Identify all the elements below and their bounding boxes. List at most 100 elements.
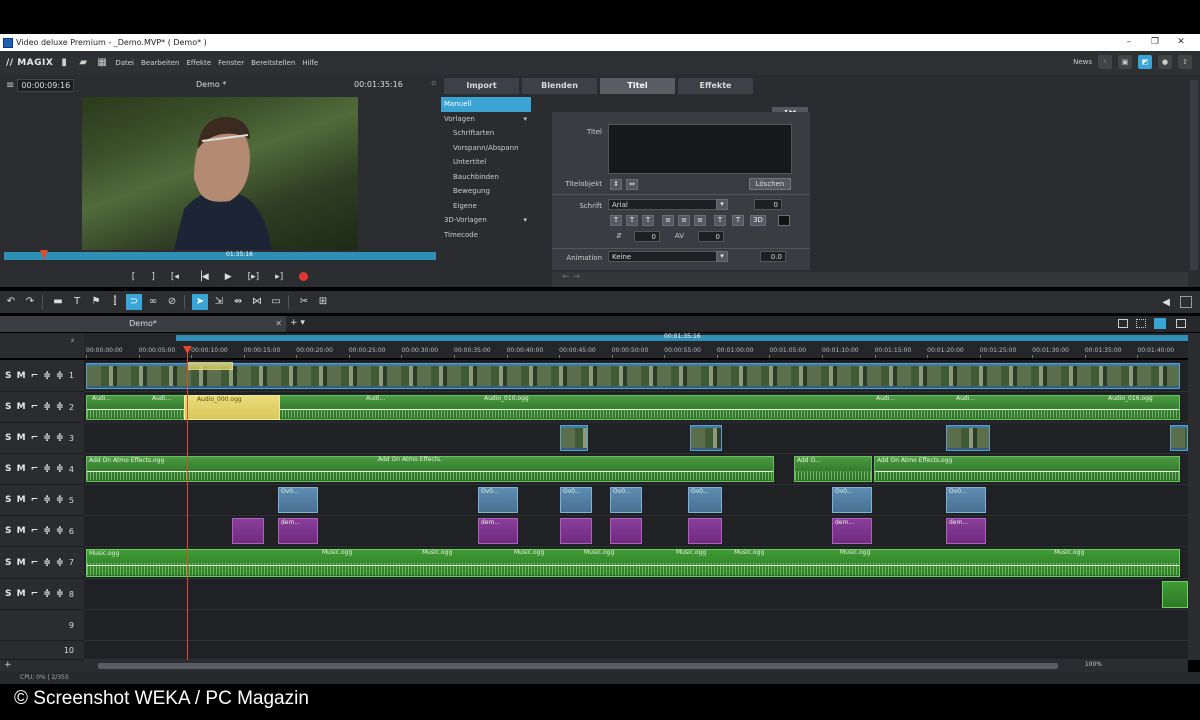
- tree-item-vorlagen[interactable]: Vorlagen ▾: [441, 112, 531, 127]
- pointer-tool-icon[interactable]: ➤: [192, 294, 208, 310]
- tree-item-untertitel[interactable]: Untertitel: [441, 155, 531, 170]
- meter-icon[interactable]: [1180, 296, 1192, 308]
- project-tab[interactable]: Demo* ✕: [0, 316, 286, 332]
- track-header-2[interactable]: S M ⌐ ≑ ≑ 2: [0, 392, 84, 423]
- track-controls[interactable]: S M ⌐ ≑ ≑: [5, 589, 65, 599]
- open-folder-icon[interactable]: ▰: [79, 58, 88, 68]
- lane-2[interactable]: Audi... Audi... Audio_000.ogg Audi... Au…: [84, 392, 1188, 423]
- track-controls[interactable]: S M ⌐ ≑ ≑: [5, 526, 65, 536]
- title-clip[interactable]: Ov0...: [560, 487, 592, 513]
- view-multicam-icon[interactable]: [1176, 319, 1186, 328]
- color-swatch[interactable]: [778, 215, 790, 226]
- export-icon[interactable]: ⇧: [1178, 55, 1192, 69]
- previous-marker-button[interactable]: ▕◀: [195, 272, 209, 282]
- menu-fenster[interactable]: Fenster: [218, 59, 244, 67]
- cd-icon[interactable]: ▣: [1118, 55, 1132, 69]
- track-controls[interactable]: S M ⌐ ≑ ≑: [5, 495, 65, 505]
- playhead-line[interactable]: [187, 350, 188, 660]
- shadow-button[interactable]: T: [714, 215, 726, 226]
- title-text-area[interactable]: [608, 124, 792, 174]
- timeline-ruler[interactable]: 00:01:35:16 00:00:00:00 00:00:05:00 00:00:…: [84, 333, 1188, 358]
- align-vertical-icon[interactable]: ⇕: [610, 179, 622, 190]
- align-center-button[interactable]: ≡: [678, 215, 690, 226]
- redo-icon[interactable]: ↷: [22, 294, 38, 310]
- track-header-6[interactable]: S M ⌐ ≑ ≑ 6: [0, 516, 84, 547]
- video-clip[interactable]: [560, 425, 588, 451]
- animation-select[interactable]: Keine: [608, 251, 728, 262]
- selected-audio-clip[interactable]: Audio_000.ogg: [184, 395, 280, 420]
- tree-item-manuell[interactable]: Manuell: [441, 97, 531, 112]
- track-header-5[interactable]: S M ⌐ ≑ ≑ 5: [0, 485, 84, 516]
- hamburger-menu-icon[interactable]: ≡: [6, 80, 14, 91]
- lane-10[interactable]: [84, 641, 1188, 660]
- mark-out-button[interactable]: ]: [151, 272, 155, 282]
- align-left-button[interactable]: ≡: [662, 215, 674, 226]
- outline-button[interactable]: T: [732, 215, 744, 226]
- timeline-horizontal-scrollbar[interactable]: 100%: [84, 660, 1188, 672]
- lane-6[interactable]: dem... dem... dem... dem...: [84, 516, 1188, 547]
- add-track-icon[interactable]: +: [0, 660, 84, 672]
- track-controls[interactable]: S M ⌐ ≑ ≑: [5, 558, 65, 568]
- menu-bearbeiten[interactable]: Bearbeiten: [141, 59, 179, 67]
- volume-envelope[interactable]: [87, 471, 773, 472]
- mark-in-button[interactable]: [: [132, 272, 136, 282]
- maximize-button[interactable]: ❐: [1142, 34, 1168, 51]
- settings-icon[interactable]: ●: [1158, 55, 1172, 69]
- effect-clip[interactable]: [610, 518, 642, 544]
- effect-clip[interactable]: [560, 518, 592, 544]
- chevron-down-icon[interactable]: ▾: [523, 213, 527, 227]
- animation-value-field[interactable]: 0.0: [760, 251, 786, 262]
- snap-icon[interactable]: ⚡: [70, 337, 75, 345]
- menu-effekte[interactable]: Effekte: [186, 59, 211, 67]
- unlink-icon[interactable]: ⊘: [164, 294, 180, 310]
- track-header-4[interactable]: S M ⌐ ≑ ≑ 4: [0, 454, 84, 485]
- bold-button[interactable]: T: [610, 215, 622, 226]
- track-controls[interactable]: S M ⌐ ≑ ≑: [5, 464, 65, 474]
- lane-1[interactable]: [84, 360, 1188, 392]
- lane-9[interactable]: [84, 610, 1188, 641]
- undock-icon[interactable]: ▫: [431, 79, 436, 87]
- effect-clip[interactable]: [232, 518, 264, 544]
- track-header-10[interactable]: 10: [0, 641, 84, 660]
- timeline-vertical-scrollbar[interactable]: [1188, 333, 1200, 660]
- go-to-in-button[interactable]: [◂: [171, 272, 179, 282]
- track-header-1[interactable]: S M ⌐ ≑ ≑ 1: [0, 360, 84, 392]
- pool-scrollbar[interactable]: [1190, 80, 1198, 270]
- effect-clip[interactable]: [688, 518, 722, 544]
- pool-nav-arrows[interactable]: ← →: [552, 272, 1188, 287]
- select-multi-icon[interactable]: ⇲: [211, 294, 227, 310]
- tree-item-bewegung[interactable]: Bewegung: [441, 184, 531, 199]
- menu-datei[interactable]: Datei: [115, 59, 134, 67]
- music-clip[interactable]: [1162, 581, 1188, 608]
- title-clip[interactable]: Ov0...: [610, 487, 642, 513]
- go-to-out-button[interactable]: ▸]: [275, 272, 283, 282]
- layout-icon[interactable]: ◩: [1138, 55, 1152, 69]
- tab-blenden[interactable]: Blenden: [522, 78, 597, 94]
- delete-button[interactable]: Löschen: [749, 178, 791, 190]
- track-header-9[interactable]: 9: [0, 610, 84, 641]
- effect-clip[interactable]: dem...: [478, 518, 518, 544]
- align-horizontal-icon[interactable]: ⇔: [626, 179, 638, 190]
- lane-4[interactable]: Add On Atmo Effects.ogg Add On Atmo Effe…: [84, 454, 1188, 485]
- help-icon[interactable]: ◦: [1098, 55, 1112, 69]
- track-controls[interactable]: S M ⌐ ≑ ≑: [5, 402, 65, 412]
- chevron-down-icon[interactable]: ▾: [716, 251, 728, 262]
- view-timeline-icon[interactable]: [1154, 318, 1166, 329]
- trim-icon[interactable]: ⋈: [249, 294, 265, 310]
- ripple-icon[interactable]: ⊃: [126, 294, 142, 310]
- title-clip[interactable]: Ov0...: [478, 487, 518, 513]
- align-right-button[interactable]: ≡: [694, 215, 706, 226]
- selected-video-clip[interactable]: [187, 362, 233, 370]
- close-icon[interactable]: ✕: [275, 316, 282, 332]
- underline-button[interactable]: T: [642, 215, 654, 226]
- insert-icon[interactable]: ⊞: [315, 294, 331, 310]
- video-clip-strip[interactable]: [86, 363, 1180, 389]
- effect-clip[interactable]: dem...: [278, 518, 318, 544]
- title-clip[interactable]: Ov0...: [688, 487, 722, 513]
- music-clip-strip[interactable]: Music.ogg: [86, 549, 1180, 577]
- tree-item-bauchbinden[interactable]: Bauchbinden: [441, 170, 531, 185]
- lane-5[interactable]: Ov0... Ov0... Ov0... Ov0... Ov0... Ov0..…: [84, 485, 1188, 516]
- range-icon[interactable]: ▭: [268, 294, 284, 310]
- lane-3[interactable]: [84, 423, 1188, 454]
- speaker-icon[interactable]: ◀: [1162, 297, 1170, 308]
